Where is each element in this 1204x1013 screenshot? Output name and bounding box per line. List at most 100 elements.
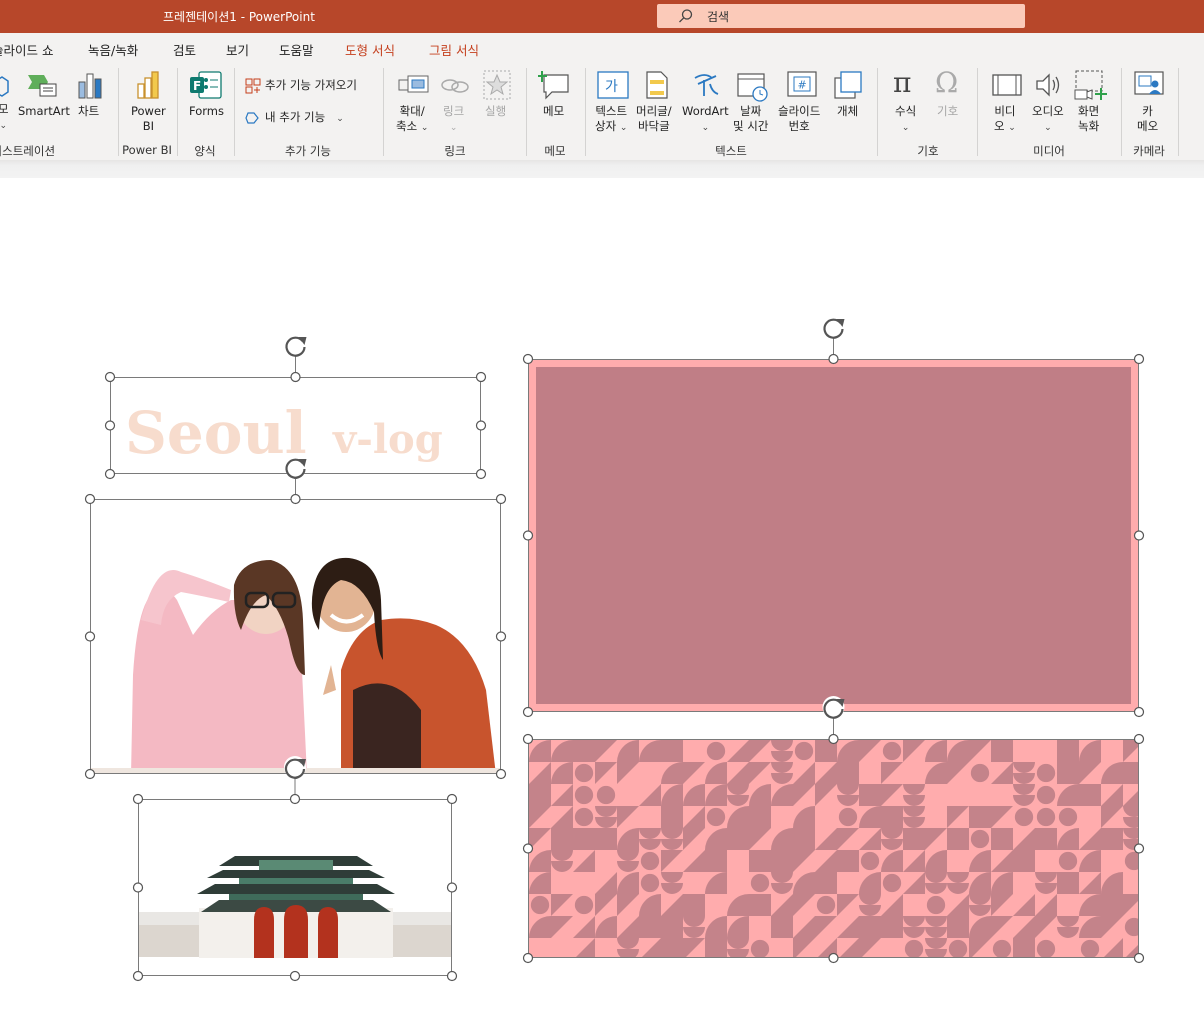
- link-button[interactable]: 링크 ⌄: [443, 104, 464, 136]
- pattern-tile: [815, 872, 837, 894]
- pattern-tile: [661, 938, 683, 957]
- pattern-tile: [683, 916, 705, 938]
- cameo-button[interactable]: 카 메오: [1137, 104, 1158, 134]
- pattern-tile: [771, 740, 793, 762]
- tab-picture-format[interactable]: 그림 서식: [429, 40, 479, 59]
- group-separator: [383, 68, 384, 156]
- pattern-tile: [903, 784, 925, 806]
- power-bi-label-2: BI: [142, 119, 155, 133]
- audio-button[interactable]: 오디오 ⌄: [1032, 104, 1064, 136]
- people-photo-frame[interactable]: [90, 499, 501, 774]
- link-label: 링크: [443, 104, 465, 118]
- pattern-tile: [574, 807, 594, 827]
- audio-label: 오디오: [1032, 104, 1064, 118]
- pattern-tile: [947, 916, 969, 938]
- pattern-tile: [859, 784, 881, 806]
- forms-button[interactable]: Forms: [189, 104, 224, 119]
- wordart-button[interactable]: WordArt ⌄: [682, 104, 729, 136]
- search-box[interactable]: 검색: [657, 4, 1025, 28]
- pattern-tile: [859, 894, 881, 916]
- zoom-button[interactable]: 확대/축소 ⌄: [396, 104, 428, 136]
- action-button[interactable]: 실행: [485, 104, 506, 119]
- textbox-button[interactable]: 텍스트 상자 ⌄: [595, 104, 627, 136]
- pattern-tile: [705, 938, 727, 957]
- pattern-rectangle-shape[interactable]: [528, 739, 1139, 958]
- pattern-tile: [1057, 762, 1079, 784]
- chart-button[interactable]: 차트: [78, 104, 99, 119]
- video-button[interactable]: 비디 오 ⌄: [994, 104, 1016, 136]
- title-textbox[interactable]: Seoul v-log: [110, 377, 481, 474]
- pattern-tile: [1057, 872, 1079, 894]
- pattern-tile: [574, 785, 594, 805]
- audio-icon: [1036, 73, 1060, 97]
- symbol-icon: Ω: [935, 66, 959, 99]
- svg-text:F: F: [193, 79, 201, 93]
- date-time-button[interactable]: 날짜 및 시간: [733, 104, 768, 134]
- power-bi-icon: [137, 71, 159, 99]
- smartart-button[interactable]: SmartArt: [18, 104, 70, 119]
- screen-recording-button[interactable]: 화면 녹화: [1078, 104, 1099, 134]
- pattern-tile: [1013, 938, 1035, 957]
- rotate-handle-icon[interactable]: [284, 334, 307, 357]
- pattern-tile: [969, 806, 991, 828]
- rotate-backdrop: [822, 316, 845, 338]
- group-label-media: 미디어: [1033, 144, 1065, 158]
- object-button[interactable]: 개체: [837, 104, 858, 119]
- tab-help[interactable]: 도움말: [279, 40, 314, 59]
- rotate-arrowhead: [836, 319, 845, 327]
- tab-recording[interactable]: 녹음/녹화: [88, 40, 138, 59]
- pattern-tile: [1013, 762, 1035, 784]
- my-addins-button[interactable]: 내 추가 기능 ⌄: [265, 110, 344, 127]
- pattern-tile: [794, 741, 814, 761]
- textbox-label-2: 상자: [595, 119, 617, 133]
- pattern-tile: [706, 741, 726, 761]
- pattern-tile: [639, 916, 661, 938]
- tab-view[interactable]: 보기: [226, 40, 249, 59]
- pattern-tile: [1058, 807, 1078, 827]
- zoom-icon: [398, 75, 429, 93]
- title-wordart: Seoul v-log: [125, 399, 443, 467]
- get-addins-button[interactable]: 추가 기능 가져오기: [265, 78, 357, 93]
- palace-photo: [139, 856, 451, 958]
- header-footer-label-2: 바닥글: [637, 119, 670, 133]
- pattern-tile: [1101, 894, 1123, 916]
- pattern-tile: [727, 828, 749, 850]
- power-bi-button[interactable]: Power BI: [131, 104, 166, 134]
- search-icon: [679, 9, 693, 23]
- pattern-tile: [882, 741, 902, 761]
- palace-photo-frame[interactable]: [138, 799, 452, 976]
- people-photo: [91, 557, 500, 773]
- slide-canvas[interactable]: Seoul v-log: [0, 178, 1204, 1013]
- header-footer-button[interactable]: 머리글/바닥글: [636, 104, 672, 134]
- mauve-rectangle-shape[interactable]: [528, 359, 1139, 712]
- pattern-tile: [617, 850, 639, 872]
- pattern-tile: [837, 762, 859, 784]
- pattern-tile: [1014, 807, 1034, 827]
- slide-number-button[interactable]: 슬라이드 번호: [778, 104, 820, 134]
- 3d-models-label: 모: [0, 102, 9, 116]
- pattern-tile: [991, 828, 1013, 850]
- pattern-tile: [661, 740, 683, 762]
- header-footer-label-1: 머리글/: [636, 104, 672, 118]
- tab-shape-format[interactable]: 도형 서식: [345, 40, 395, 59]
- rotate-handle-icon[interactable]: [822, 316, 845, 339]
- title-word-seoul: Seoul: [125, 399, 307, 467]
- pattern-tile: [596, 785, 616, 805]
- tab-slideshow[interactable]: 슬라이드 쇼: [0, 40, 53, 59]
- pattern-tile: [970, 763, 990, 783]
- video-icon: [992, 74, 1022, 96]
- equation-button[interactable]: 수식 ⌄: [895, 104, 916, 136]
- equation-icon: π: [893, 66, 912, 99]
- pattern-tile: [1057, 740, 1079, 762]
- screen-recording-icon: [1074, 70, 1107, 100]
- my-addins-label: 내 추가 기능: [265, 110, 326, 124]
- tab-review[interactable]: 검토: [173, 40, 196, 59]
- chevron-down-icon: ⌄: [619, 123, 628, 133]
- 3d-models-button[interactable]: 모 ⌄: [0, 102, 9, 134]
- rotate-arc: [823, 318, 844, 339]
- pattern-tile: [683, 894, 705, 916]
- symbol-button[interactable]: 기호: [937, 104, 958, 119]
- pattern-tile: [573, 828, 595, 850]
- pattern-tile: [1035, 828, 1057, 850]
- comment-button[interactable]: 메모: [543, 104, 564, 119]
